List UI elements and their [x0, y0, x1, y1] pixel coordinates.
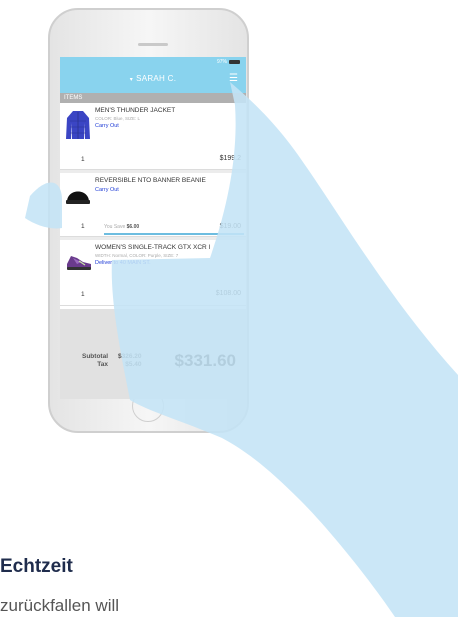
app-header: ▾ SARAH C. ☰ [60, 67, 246, 93]
cart-item-jacket[interactable]: MEN'S THUNDER JACKET COLOR: Blue, SIZE: … [60, 103, 246, 170]
tax-label: Tax [97, 361, 108, 368]
savings-note: You Save $6.00 [104, 224, 139, 230]
totals-values: $326.20 $5.40 [118, 353, 142, 369]
scene: 97% ▾ SARAH C. ☰ ITEMS MEN'S THUNDER JACK… [0, 0, 458, 617]
customer-selector[interactable]: ▾ SARAH C. [60, 74, 246, 83]
section-heading: Echtzeit [0, 556, 73, 577]
edit-list-icon[interactable]: ☰ [229, 73, 238, 84]
item-name: WOMEN'S SINGLE-TRACK GTX XCR I [95, 244, 211, 251]
fulfillment-method[interactable]: Carry Out [95, 187, 119, 193]
item-quantity[interactable]: 1 [81, 223, 85, 230]
grand-total: $331.60 [174, 351, 236, 370]
item-quantity[interactable]: 1 [81, 156, 85, 163]
selected-indicator [104, 233, 244, 235]
tax-value: $5.40 [125, 361, 142, 368]
body-text: zurückfallen will [0, 596, 120, 615]
item-price: $199.2 [219, 155, 241, 162]
beanie-image [66, 191, 90, 204]
fulfillment-method[interactable]: Deliver to 40 MAIN ST. [95, 260, 151, 266]
subtotal-value: $326.20 [118, 353, 142, 360]
phone-screen: 97% ▾ SARAH C. ☰ ITEMS MEN'S THUNDER JACK… [60, 57, 246, 399]
fulfillment-method[interactable]: Carry Out [95, 123, 119, 129]
item-meta: WIDTH: Normal, COLOR: Purple, SIZE: 7 [95, 253, 179, 258]
jacket-image [66, 111, 90, 139]
battery-percent: 97% [216, 59, 227, 65]
customer-name: SARAH C. [136, 74, 177, 83]
status-bar: 97% [60, 57, 246, 67]
item-name: MEN'S THUNDER JACKET [95, 107, 176, 114]
savings-label: You Save [104, 224, 126, 230]
section-header: ITEMS [60, 93, 246, 103]
item-price: $108.00 [215, 290, 241, 297]
item-price: $19.00 [219, 223, 241, 230]
subtotal-label: Subtotal [82, 353, 108, 360]
item-meta: COLOR: Blue, SIZE: L [95, 116, 141, 121]
savings-amount: $6.00 [126, 224, 140, 230]
speaker-grille [138, 43, 168, 46]
cart-item-beanie[interactable]: REVERSIBLE NTO BANNER BEANIE Carry Out 1… [60, 173, 246, 237]
item-name: REVERSIBLE NTO BANNER BEANIE [95, 177, 206, 184]
item-quantity[interactable]: 1 [81, 291, 85, 298]
order-totals: Subtotal Tax $326.20 $5.40 $331.60 [60, 309, 246, 399]
battery-icon [229, 59, 240, 64]
totals-labels: Subtotal Tax [82, 353, 108, 369]
shoe-image [67, 256, 91, 270]
caret-icon: ▾ [129, 77, 134, 83]
cart-item-shoe[interactable]: WOMEN'S SINGLE-TRACK GTX XCR I WIDTH: No… [60, 240, 246, 306]
